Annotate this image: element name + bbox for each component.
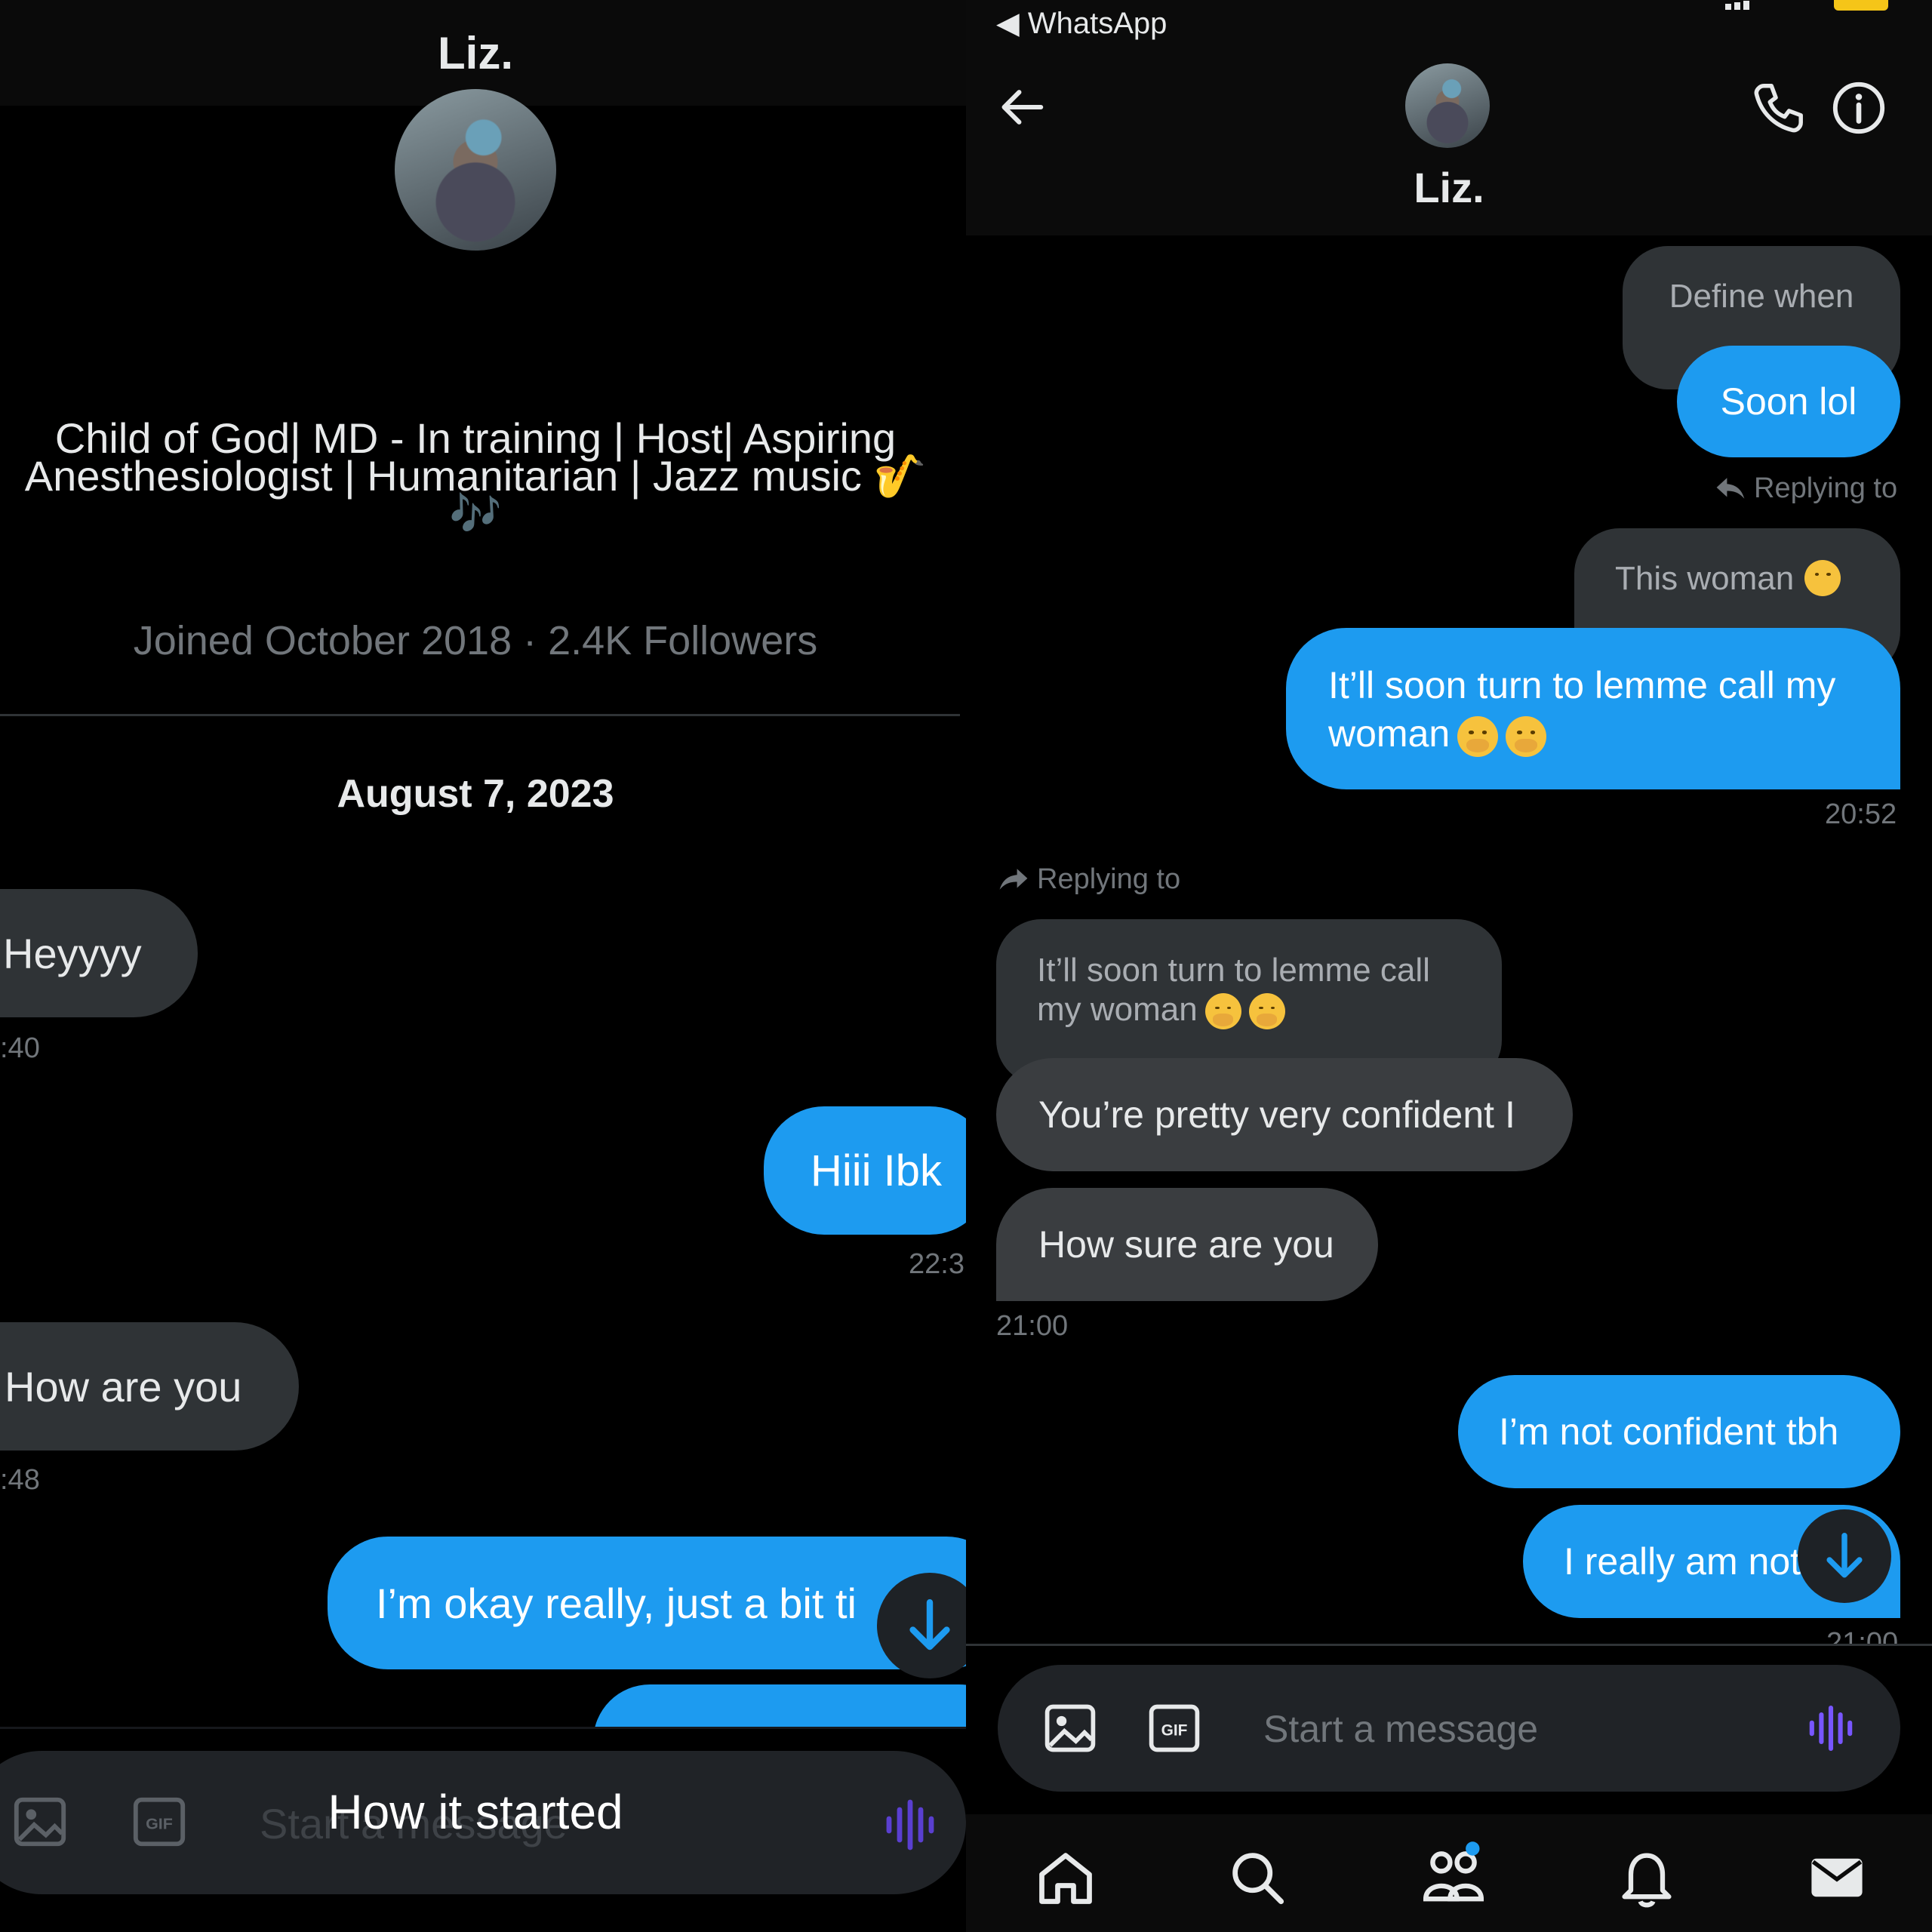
home-icon[interactable] [1034, 1846, 1097, 1909]
message-text-line-2: woman [1328, 709, 1900, 758]
message-bubble-sent[interactable]: I’m okay really, just a bit ti [328, 1537, 966, 1669]
message-text: Soon lol [1720, 380, 1857, 423]
message-time: 20:52 [1825, 798, 1897, 830]
scroll-down-icon[interactable] [877, 1573, 966, 1678]
message-text: Define when [1669, 278, 1854, 315]
saxophone-icon: 🎷 [873, 452, 927, 500]
music-notes-icon: 🎶 [449, 490, 502, 537]
message-time: :40 [0, 1032, 40, 1064]
message-text: I’m not confident tbh [1499, 1411, 1839, 1453]
message-bubble-sent[interactable]: I’m not confident tbh [1458, 1375, 1900, 1488]
yawning-face-emoji [1204, 993, 1241, 1030]
message-text: This woman [1615, 560, 1795, 597]
header-avatar[interactable] [1405, 63, 1490, 148]
signal-icon [1725, 0, 1763, 10]
yawning-face-emoji [1506, 715, 1547, 757]
message-text: How are you [5, 1362, 242, 1411]
messages-icon[interactable] [1805, 1846, 1869, 1909]
message-text: woman [1328, 712, 1451, 755]
date-separator: August 7, 2023 [337, 772, 614, 816]
notifications-icon[interactable] [1615, 1846, 1678, 1909]
back-arrow-icon[interactable] [995, 80, 1049, 134]
voice-icon[interactable] [1804, 1701, 1858, 1755]
status-back-to-whatsapp[interactable]: ◀ WhatsApp [996, 6, 1167, 41]
message-text: I really am not [1564, 1540, 1801, 1583]
message-text: I’m okay really, just a bit ti [376, 1579, 857, 1627]
phone-icon[interactable] [1748, 78, 1807, 137]
battery-icon [1834, 0, 1888, 11]
message-time: :48 [0, 1464, 40, 1496]
upside-down-face-emoji [1804, 560, 1841, 596]
search-icon[interactable] [1226, 1846, 1289, 1909]
caption-how-it-started: How it started [328, 1785, 623, 1839]
replying-to-text: Replying to [1754, 472, 1898, 504]
message-bubble-received[interactable]: How sure are you [996, 1188, 1378, 1301]
profile-bio: Child of God| MD - In training | Host| A… [0, 417, 951, 537]
message-text: You’re pretty very confident I [1038, 1094, 1515, 1136]
right-conversation-screenshot: ◀ WhatsApp Liz. Define when Soon lol Rep… [966, 0, 1932, 1932]
reply-icon [996, 862, 1031, 897]
image-icon[interactable] [1041, 1700, 1099, 1757]
message-text-line-2: my woman [1037, 990, 1502, 1030]
yawning-face-emoji [1248, 993, 1285, 1030]
profile-divider [0, 714, 960, 716]
replying-to-text: Replying to [1037, 863, 1181, 895]
left-conversation-screenshot: Liz. Child of God| MD - In training | Ho… [0, 0, 966, 1932]
replying-to-label: Replying to [1713, 471, 1897, 506]
info-icon[interactable] [1829, 78, 1888, 137]
header-name[interactable]: Liz. [966, 163, 1932, 212]
message-text: my woman [1037, 991, 1198, 1028]
message-time: 22:3 [909, 1248, 964, 1280]
header-name: Liz. [438, 28, 513, 78]
message-bubble-received[interactable]: You’re pretty very confident I [996, 1058, 1573, 1171]
profile-meta: Joined October 2018 · 2.4K Followers [133, 618, 818, 663]
message-time: 21:00 [996, 1310, 1069, 1342]
scroll-down-icon[interactable] [1798, 1509, 1891, 1603]
message-bubble-received[interactable]: How are you [0, 1322, 299, 1451]
composer-placeholder[interactable]: Start a message [1263, 1707, 1538, 1751]
bio-line-2-text: Anesthesiologist | Humanitarian | Jazz m… [24, 452, 862, 500]
communities-icon[interactable] [1419, 1840, 1488, 1909]
message-text: Hiii Ibk [811, 1146, 943, 1195]
message-text: How sure are you [1038, 1223, 1334, 1266]
profile-avatar[interactable] [395, 89, 556, 251]
message-bubble-received[interactable]: Heyyyy [0, 889, 198, 1017]
message-text-line-1: It’ll soon turn to lemme call my [1328, 664, 1836, 706]
message-bubble-sent[interactable]: Soon lol [1677, 346, 1900, 457]
composer-divider [0, 1727, 966, 1729]
composer-divider [966, 1644, 1932, 1646]
message-bubble-sent[interactable]: Hiii Ibk [764, 1106, 966, 1235]
yawning-face-emoji [1457, 715, 1499, 757]
svg-text:GIF: GIF [1161, 1722, 1188, 1740]
gif-icon[interactable]: GIF [1146, 1700, 1203, 1757]
message-text-line-1: It’ll soon turn to lemme call [1037, 952, 1430, 989]
replying-to-label: Replying to [996, 862, 1180, 897]
message-text: Heyyyy [3, 929, 142, 977]
message-bubble-sent[interactable]: It’ll soon turn to lemme call my woman [1286, 628, 1900, 789]
reply-icon [1713, 471, 1748, 506]
